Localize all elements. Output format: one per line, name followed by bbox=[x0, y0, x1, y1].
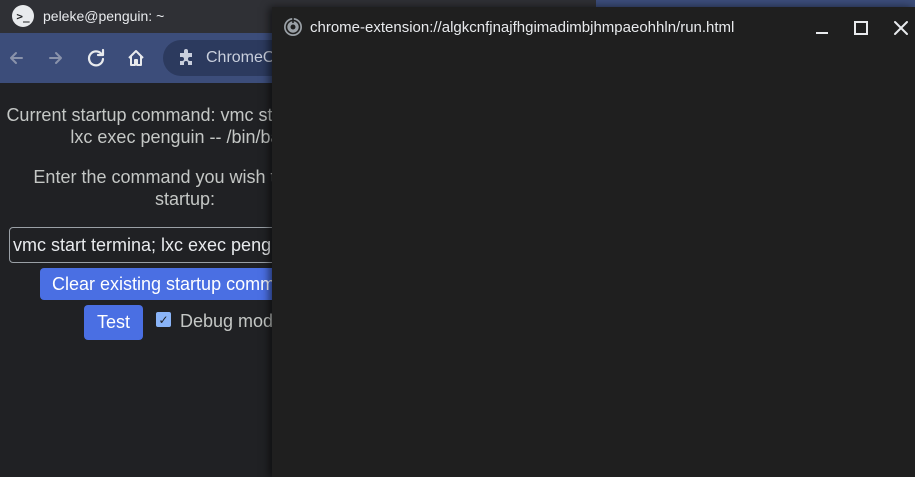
back-button[interactable] bbox=[3, 45, 29, 71]
extension-globe-icon bbox=[284, 18, 302, 36]
minimize-button[interactable] bbox=[809, 15, 835, 41]
arrow-back-icon bbox=[10, 52, 23, 64]
debug-mode-label: Debug mode bbox=[180, 311, 284, 331]
reload-button[interactable] bbox=[83, 45, 109, 71]
test-button[interactable]: Test bbox=[84, 305, 143, 340]
popup-content bbox=[272, 47, 915, 477]
debug-mode-checkbox[interactable]: ✓ bbox=[156, 312, 171, 327]
extension-popup-window: chrome-extension://algkcnfjnajfhgimadimb… bbox=[272, 7, 915, 477]
maximize-button[interactable] bbox=[848, 15, 874, 41]
maximize-icon bbox=[854, 21, 868, 35]
minimize-icon bbox=[816, 32, 828, 34]
arrow-forward-icon bbox=[49, 52, 62, 64]
home-button[interactable] bbox=[123, 45, 149, 71]
close-button[interactable] bbox=[888, 15, 914, 41]
close-icon bbox=[894, 21, 908, 35]
puzzle-piece-icon bbox=[180, 49, 192, 65]
forward-button[interactable] bbox=[43, 45, 69, 71]
reload-icon bbox=[87, 48, 105, 67]
home-icon bbox=[128, 50, 144, 66]
terminal-prompt-icon: >_ bbox=[12, 5, 34, 27]
terminal-title: peleke@penguin: ~ bbox=[43, 8, 165, 24]
popup-titlebar[interactable]: chrome-extension://algkcnfjnajfhgimadimb… bbox=[272, 7, 915, 47]
popup-title: chrome-extension://algkcnfjnajfhgimadimb… bbox=[310, 19, 735, 36]
